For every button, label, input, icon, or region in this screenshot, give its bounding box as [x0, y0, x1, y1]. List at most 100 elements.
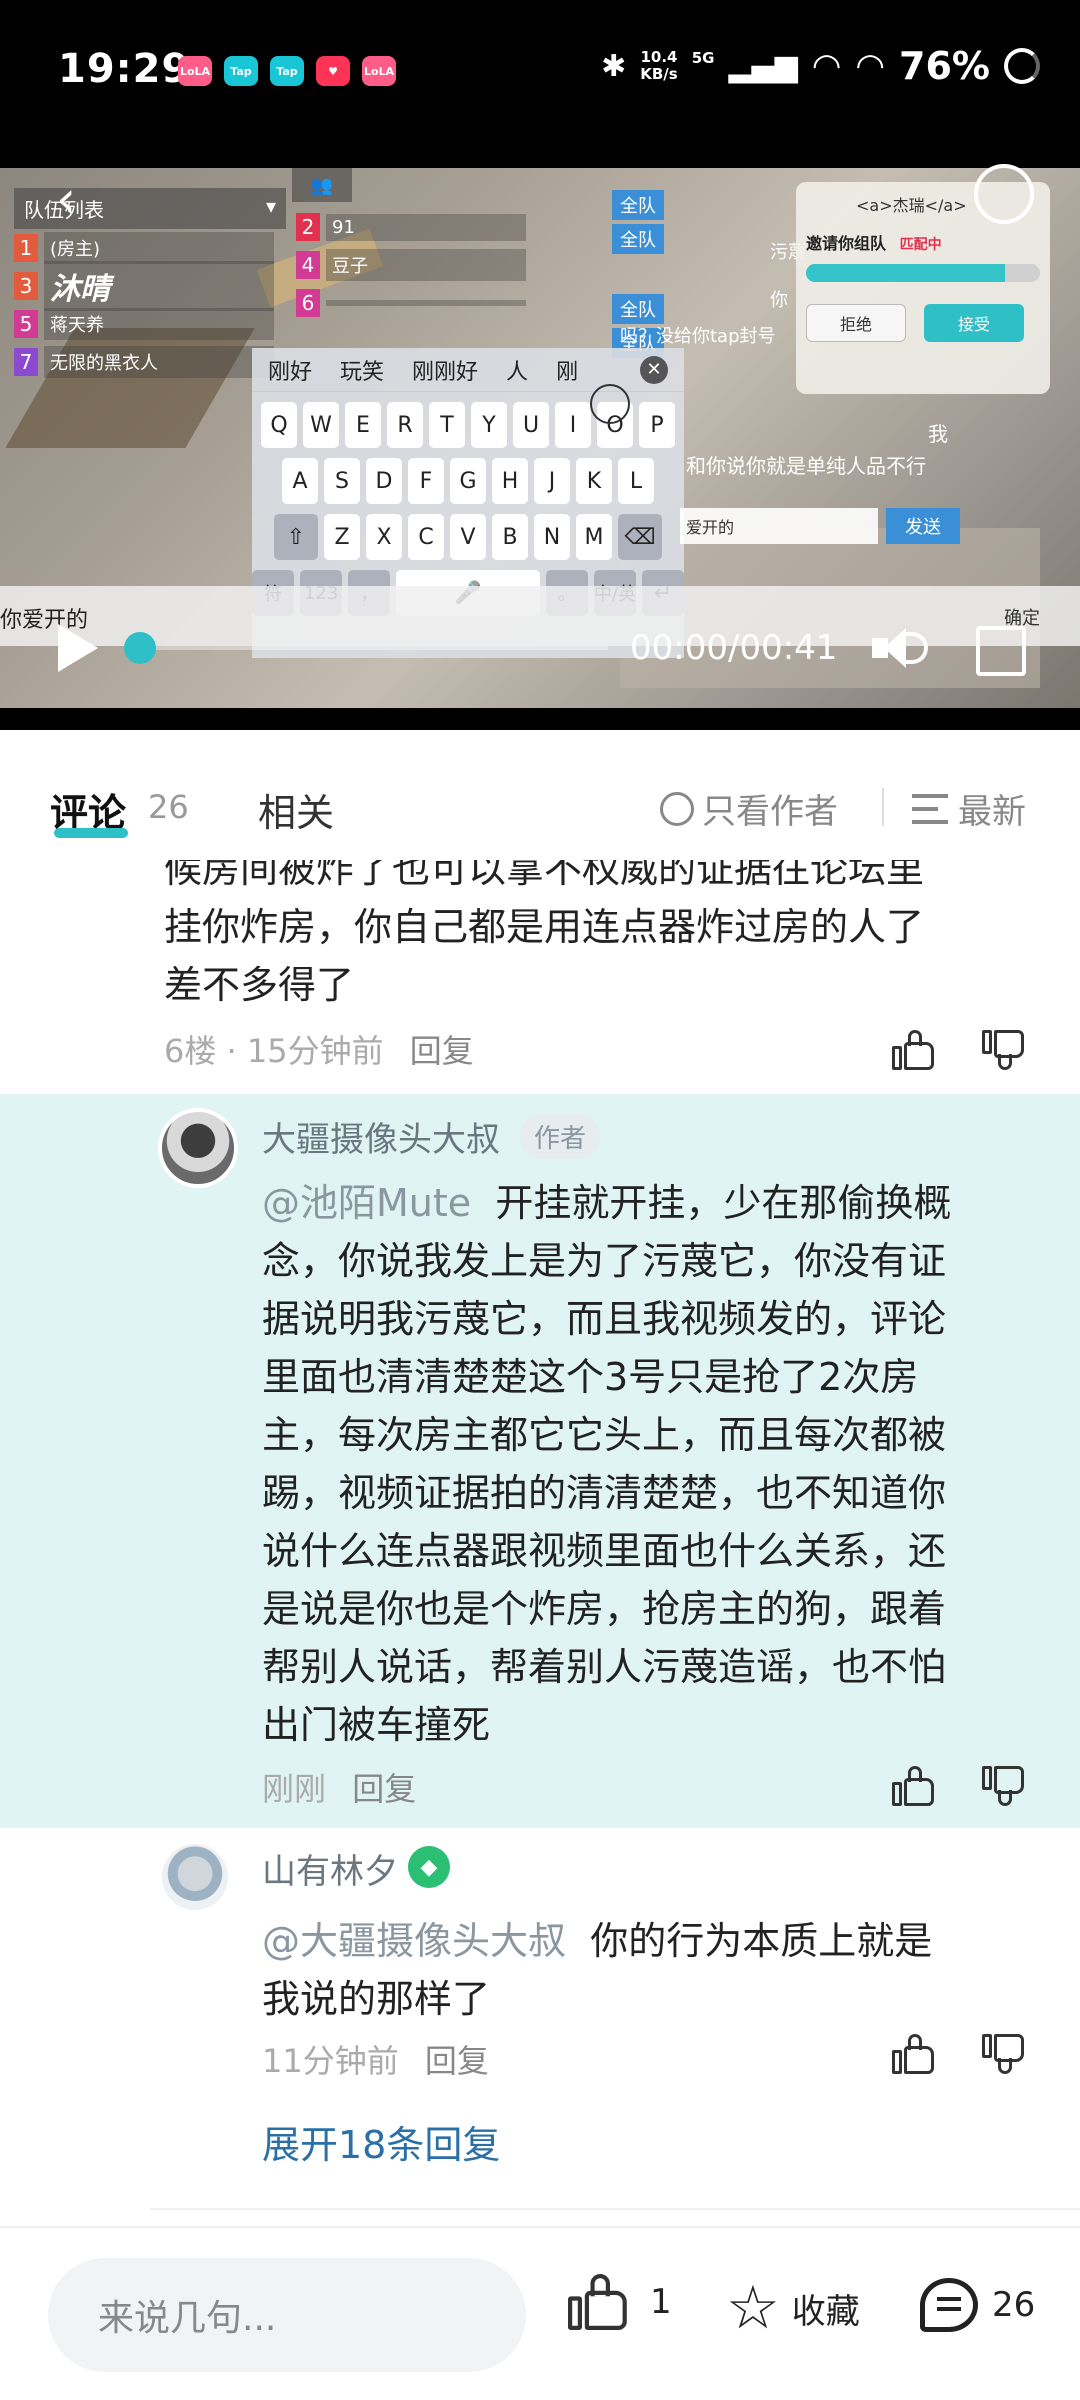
reply-line: 是说是你也是个炸房，抢房主的狗，跟着 [262, 1587, 947, 1631]
reply-author-name[interactable]: 山有林夕 [262, 1844, 398, 1893]
status-time: 19:29 [58, 46, 191, 92]
invite-progress-fill [806, 264, 1005, 282]
expand-replies-link[interactable]: 展开18条回复 [262, 2114, 500, 2169]
author-reply: 大疆摄像头大叔 作者 @池陌Mute 开挂就开挂，少在那偷换概 念，你说我发上是… [0, 1094, 1080, 1828]
mention-link[interactable]: @池陌Mute [262, 1181, 471, 1225]
game-chat-line: 和你说你就是单纯人品不行 [686, 454, 926, 478]
reply-line: 帮别人说话，帮着别人污蔑造谣，也不怕 [262, 1645, 947, 1689]
fullscreen-icon[interactable] [976, 626, 1026, 676]
status-bar: 19:29 LoLA Tap Tap ♥ LoLA ✱ 10.4 KB/s 5G ▂▄▆… [0, 0, 1080, 140]
wifi-icon: ◠ [811, 46, 842, 86]
dislike-icon[interactable] [982, 2034, 1026, 2074]
comment-actions [892, 1030, 1026, 1070]
status-right: ✱ 10.4 KB/s 5G ▂▄▆ ◠ ◠ 76% [601, 44, 1040, 88]
battery-ring-icon [1004, 48, 1040, 84]
reply-item: 山有林夕 ◆ @大疆摄像头大叔 你的行为本质上就是 我说的那样了 11分钟前 回… [0, 1828, 1080, 2228]
comment-button[interactable]: 26 [920, 2278, 1035, 2332]
keyboard-key: J [534, 458, 570, 504]
crosshair-icon [590, 384, 630, 424]
game-chat-line: 我 [928, 422, 948, 446]
reply-line: 出门被车撞死 [262, 1703, 491, 1747]
sort-icon [912, 793, 948, 824]
reply-actions [892, 2034, 1026, 2074]
keyboard-key: D [366, 458, 402, 504]
reply-line: 里面也清清楚楚这个3号只是抢了2次房 [262, 1355, 919, 1399]
like-icon [568, 2274, 630, 2330]
keyboard-key: T [429, 402, 465, 448]
keyboard-key: S [324, 458, 360, 504]
comment-item: 候房间被炸了也可以拿不权威的证据往论坛里 挂你炸房，你自己都是用连点器炸过房的人… [0, 860, 1080, 1092]
progress-track[interactable] [138, 646, 608, 650]
team-member-row: 4 豆子 [296, 246, 526, 284]
level-badge-icon: ◆ [408, 1846, 450, 1888]
tab-related[interactable]: 相关 [258, 782, 334, 837]
comment-line: 候房间被炸了也可以拿不权威的证据往论坛里 [164, 860, 925, 891]
mention-link[interactable]: @大疆摄像头大叔 [262, 1919, 566, 1963]
progress-knob[interactable] [124, 632, 156, 664]
accept-button[interactable]: 接受 [924, 304, 1024, 342]
chat-channel-tag: 全队 [612, 294, 664, 324]
reply-line: 你的行为本质上就是 [590, 1919, 933, 1963]
team-slot-number: 5 [14, 310, 38, 338]
reply-button[interactable]: 回复 [352, 1770, 416, 1808]
team-slot-number: 2 [296, 213, 320, 241]
sort-button[interactable]: 最新 [912, 784, 1026, 833]
team-member-row: 7 无限的黑衣人 [14, 343, 274, 381]
keyboard-key: W [303, 402, 339, 448]
net-speed-value: 10.4 [640, 48, 678, 66]
dislike-icon[interactable] [982, 1030, 1026, 1070]
author-only-toggle[interactable]: 只看作者 [660, 784, 838, 833]
like-icon[interactable] [892, 2034, 936, 2074]
sort-label: 最新 [958, 792, 1026, 832]
team-slot-number: 6 [296, 289, 320, 317]
share-icon[interactable] [974, 164, 1034, 224]
team-slot-number: 3 [14, 272, 38, 300]
keyboard-close-icon: ✕ [640, 355, 668, 384]
volume-icon[interactable] [872, 628, 930, 668]
invite-message: 邀请你组队 [806, 234, 887, 253]
net-speed-unit: KB/s [640, 65, 678, 83]
like-button[interactable]: 1 [568, 2274, 672, 2330]
signal-icon: ▂▄▆ [728, 48, 798, 84]
reply-author-name[interactable]: 大疆摄像头大叔 [262, 1112, 500, 1161]
dislike-icon[interactable] [982, 1766, 1026, 1806]
team-group-icon: 👥 [292, 168, 352, 202]
keyboard-key: Y [471, 402, 507, 448]
comments-count: 26 [148, 788, 189, 826]
time-display: 00:00/00:41 [630, 628, 838, 668]
video-player[interactable]: 队伍列表 ▾ 1 (房主) 3 沐晴 5 蒋天养 7 无限的黑衣人 👥 2 91 4 豆子 6 全队全… [0, 140, 1080, 730]
keyboard-key: E [345, 402, 381, 448]
team-member-row: 5 蒋天养 [14, 305, 274, 343]
notification-app-icon: Tap [270, 56, 304, 86]
keyboard-key: A [282, 458, 318, 504]
play-icon[interactable] [58, 624, 98, 672]
avatar[interactable] [158, 1108, 238, 1188]
team-member-name: 91 [326, 213, 526, 241]
keyboard-suggestion: 刚好 [268, 359, 313, 385]
author-only-label: 只看作者 [702, 792, 838, 832]
comment-line: 差不多得了 [164, 963, 355, 1007]
reply-button[interactable]: 回复 [425, 2042, 489, 2080]
team-list-panel: 队伍列表 ▾ 1 (房主) 3 沐晴 5 蒋天养 7 无限的黑衣人 [14, 188, 286, 381]
back-icon[interactable]: ‹ [56, 170, 76, 228]
favorite-button[interactable]: ☆ 收藏 [726, 2278, 860, 2338]
team-member-name: 沐晴 [44, 261, 274, 311]
keyboard-key: X [366, 514, 402, 560]
reject-button[interactable]: 拒绝 [806, 304, 906, 342]
reply-button[interactable]: 回复 [410, 1032, 474, 1070]
avatar[interactable] [158, 1840, 232, 1914]
team-list-header: 队伍列表 ▾ [14, 188, 286, 229]
wifi-icon-2: ◠ [855, 46, 886, 86]
team-member-name [326, 300, 526, 306]
keyboard-key: B [492, 514, 528, 560]
game-send-button: 发送 [886, 508, 960, 544]
keyboard-key: Q [261, 402, 297, 448]
keyboard-row: ASDFGHJKL [252, 458, 684, 504]
like-icon[interactable] [892, 1766, 936, 1806]
team-slot-number: 4 [296, 251, 320, 279]
notification-app-icon: Tap [224, 56, 258, 86]
comment-input[interactable]: 来说几句... [48, 2258, 526, 2372]
team-column-2: 2 91 4 豆子 6 [296, 208, 526, 322]
keyboard-key: F [408, 458, 444, 504]
like-icon[interactable] [892, 1030, 936, 1070]
